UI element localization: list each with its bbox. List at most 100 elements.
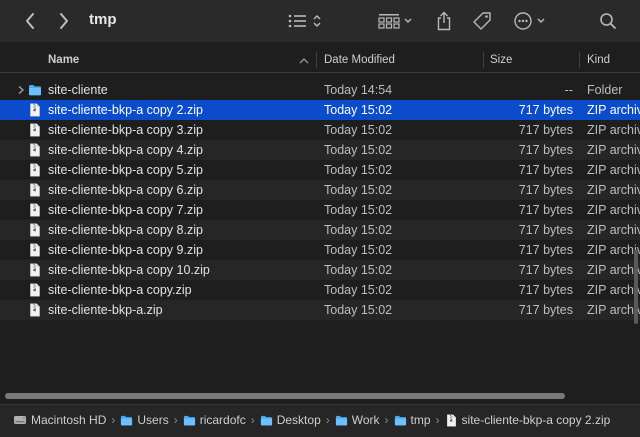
column-header: Name Date Modified Size Kind <box>0 48 640 73</box>
file-size: 717 bytes <box>518 103 573 117</box>
breadcrumb-label: Macintosh HD <box>31 413 107 427</box>
file-kind: ZIP archive <box>587 123 640 137</box>
file-size: -- <box>564 83 573 97</box>
file-kind: ZIP archive <box>587 143 640 157</box>
column-size-header[interactable]: Size <box>490 48 512 72</box>
breadcrumb-item[interactable]: Users <box>120 413 169 427</box>
file-size: 717 bytes <box>518 163 573 177</box>
file-row[interactable]: site-cliente-bkp-a copy 4.zip Today 15:02… <box>0 140 640 160</box>
file-size: 717 bytes <box>518 283 573 297</box>
back-button[interactable] <box>18 8 42 34</box>
file-kind: ZIP archive <box>587 203 640 217</box>
breadcrumb-label: Users <box>137 413 169 427</box>
file-size: 717 bytes <box>518 123 573 137</box>
file-row[interactable]: site-cliente-bkp-a copy 2.zip Today 15:02… <box>0 100 640 120</box>
file-date: Today 15:02 <box>324 183 393 197</box>
view-options-button[interactable] <box>286 8 328 34</box>
file-row[interactable]: site-cliente-bkp-a.zip Today 15:02 717 byt… <box>0 300 640 320</box>
file-row[interactable]: site-cliente-bkp-a copy 5.zip Today 15:02… <box>0 160 640 180</box>
breadcrumb-label: Desktop <box>276 413 321 427</box>
file-date: Today 15:02 <box>324 303 393 317</box>
zip-file-icon <box>30 223 40 237</box>
horizontal-scrollbar[interactable] <box>5 393 565 399</box>
file-name: site-cliente-bkp-a.zip <box>48 303 163 317</box>
share-button[interactable] <box>432 8 456 34</box>
zip-file-icon <box>30 243 40 257</box>
file-row[interactable]: site-cliente-bkp-a copy 9.zip Today 15:02… <box>0 240 640 260</box>
folder-icon <box>29 85 41 96</box>
file-size: 717 bytes <box>518 223 573 237</box>
file-date: Today 15:02 <box>324 123 393 137</box>
file-date: Today 15:02 <box>324 283 393 297</box>
file-size: 717 bytes <box>518 303 573 317</box>
file-kind: ZIP archive <box>587 163 640 177</box>
file-kind: ZIP archive <box>587 243 640 257</box>
breadcrumb-label: site-cliente-bkp-a copy 2.zip <box>461 413 611 427</box>
search-button[interactable] <box>596 8 620 34</box>
file-row[interactable]: site-cliente-bkp-a copy 10.zip Today 15:0… <box>0 260 640 280</box>
file-kind: ZIP archive <box>587 263 640 277</box>
ellipsis-circle-icon <box>514 12 545 30</box>
disk-icon <box>14 416 26 424</box>
file-row[interactable]: site-cliente-bkp-a copy 8.zip Today 15:02… <box>0 220 640 240</box>
file-date: Today 15:02 <box>324 243 393 257</box>
file-name: site-cliente-bkp-a copy 7.zip <box>48 203 203 217</box>
file-kind: ZIP archive <box>587 103 640 117</box>
action-menu-button[interactable] <box>512 8 550 34</box>
breadcrumb-item[interactable]: Work <box>335 413 380 427</box>
breadcrumb-item[interactable]: ricardofc <box>183 413 246 427</box>
file-kind: ZIP archive <box>587 183 640 197</box>
column-divider[interactable] <box>316 52 317 68</box>
folder-icon <box>121 415 133 425</box>
breadcrumb-item[interactable]: Desktop <box>260 413 321 427</box>
file-kind: ZIP archive <box>587 283 640 297</box>
file-kind: Folder <box>587 83 623 97</box>
zip-file-icon <box>30 283 40 297</box>
file-name: site-cliente-bkp-a copy 8.zip <box>48 223 203 237</box>
path-bar: Macintosh HD › Users › ricardofc › Desktop › Wor… <box>0 404 640 437</box>
file-row[interactable]: site-cliente-bkp-a copy 6.zip Today 15:02… <box>0 180 640 200</box>
file-name: site-cliente-bkp-a copy 9.zip <box>48 243 203 257</box>
group-button[interactable] <box>376 8 418 34</box>
folder-icon <box>183 415 195 425</box>
column-divider[interactable] <box>579 52 580 68</box>
vertical-scrollbar[interactable] <box>634 250 638 324</box>
folder-icon <box>335 415 347 425</box>
file-date: Today 14:54 <box>324 83 393 97</box>
file-row[interactable]: site-cliente-bkp-a copy 7.zip Today 15:02… <box>0 200 640 220</box>
chevron-right-icon: › <box>325 413 330 427</box>
tag-button[interactable] <box>470 8 494 34</box>
file-size: 717 bytes <box>518 263 573 277</box>
zip-file-icon <box>30 103 40 117</box>
file-date: Today 15:02 <box>324 163 393 177</box>
file-name: site-cliente <box>48 83 108 97</box>
file-name: site-cliente-bkp-a copy.zip <box>48 283 192 297</box>
list-view-icon <box>288 14 321 28</box>
breadcrumb-label: ricardofc <box>199 413 246 427</box>
column-kind-header[interactable]: Kind <box>587 48 610 72</box>
column-date-header[interactable]: Date Modified <box>324 48 395 72</box>
folder-row[interactable]: site-cliente Today 14:54 -- Folder <box>0 80 640 100</box>
sort-ascending-icon <box>299 58 309 64</box>
file-size: 717 bytes <box>518 243 573 257</box>
chevron-right-icon: › <box>435 413 440 427</box>
file-name: site-cliente-bkp-a copy 2.zip <box>48 103 203 117</box>
chevron-left-icon <box>26 13 34 29</box>
chevron-right-icon: › <box>173 413 178 427</box>
file-row[interactable]: site-cliente-bkp-a copy 3.zip Today 15:02… <box>0 120 640 140</box>
file-kind: ZIP archive <box>587 223 640 237</box>
file-row[interactable]: site-cliente-bkp-a copy.zip Today 15:02 71… <box>0 280 640 300</box>
breadcrumb-item[interactable]: site-cliente-bkp-a copy 2.zip <box>445 413 611 427</box>
breadcrumb-item[interactable]: tmp <box>394 413 431 427</box>
file-date: Today 15:02 <box>324 203 393 217</box>
column-name-header[interactable]: Name <box>48 48 79 72</box>
chevron-right-icon <box>60 13 68 29</box>
disclosure-chevron-icon[interactable] <box>16 85 26 95</box>
file-date: Today 15:02 <box>324 143 393 157</box>
column-divider[interactable] <box>483 52 484 68</box>
chevron-right-icon: › <box>384 413 389 427</box>
forward-button[interactable] <box>52 8 76 34</box>
breadcrumb-item[interactable]: Macintosh HD <box>13 413 106 427</box>
file-name: site-cliente-bkp-a copy 6.zip <box>48 183 203 197</box>
window-title: tmp <box>89 11 117 28</box>
